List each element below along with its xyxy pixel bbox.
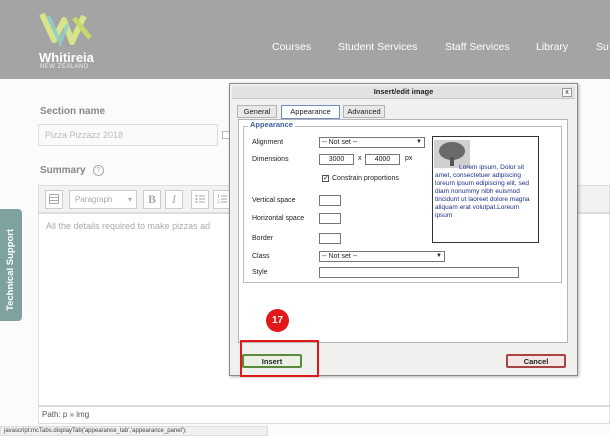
chevron-down-icon: ▾ xyxy=(127,195,132,204)
nav-student-services[interactable]: Student Services xyxy=(338,41,417,53)
chevron-down-icon: ▼ xyxy=(416,139,422,145)
technical-support-tab[interactable]: Technical Support xyxy=(0,209,22,321)
logo-subtitle: NEW ZEALAND xyxy=(40,64,89,70)
status-bar-url: javascript:mcTabs.displayTab('appearance… xyxy=(0,426,268,436)
style-label: Style xyxy=(252,269,268,276)
style-input[interactable] xyxy=(319,267,519,278)
table-icon[interactable] xyxy=(45,190,63,209)
technical-support-label: Technical Support xyxy=(5,228,16,311)
horizontal-space-input[interactable] xyxy=(319,213,341,224)
section-name-input[interactable]: Pizza Pizzazz 2018 xyxy=(38,124,218,146)
chevron-down-icon: ▼ xyxy=(436,253,442,259)
format-select[interactable]: Paragraph ▾ xyxy=(69,190,137,209)
height-input[interactable]: 4000 xyxy=(365,154,400,165)
times-symbol: x xyxy=(358,155,362,162)
summary-label: Summary xyxy=(40,165,86,176)
vertical-space-label: Vertical space xyxy=(252,197,296,204)
format-select-value: Paragraph xyxy=(75,195,113,204)
dialog-title: Insert/edit image xyxy=(373,87,434,96)
step-highlight xyxy=(240,340,319,377)
constrain-checkbox[interactable]: ✓ xyxy=(322,175,329,182)
bullet-list-icon[interactable] xyxy=(191,190,209,209)
class-value: -- Not set -- xyxy=(322,253,358,260)
tab-appearance[interactable]: Appearance xyxy=(281,105,340,119)
preview-text: Lorem ipsum, Dolor sit amet, consectetue… xyxy=(435,164,530,219)
constrain-label: Constrain proportions xyxy=(332,175,399,182)
section-name-label: Section name xyxy=(40,106,106,117)
alignment-select[interactable]: -- Not set -- ▼ xyxy=(319,137,425,148)
help-icon[interactable]: ? xyxy=(93,165,104,176)
italic-button[interactable]: I xyxy=(165,190,183,209)
nav-staff-services[interactable]: Staff Services xyxy=(445,41,510,53)
editor-path-bar: Path: p » img xyxy=(38,406,610,424)
step-badge: 17 xyxy=(266,309,289,332)
alignment-value: -- Not set -- xyxy=(322,139,358,146)
tab-general[interactable]: General xyxy=(237,105,277,118)
dimensions-label: Dimensions xyxy=(252,156,289,163)
width-input[interactable]: 3000 xyxy=(319,154,354,165)
insert-image-dialog: Insert/edit image x General Appearance A… xyxy=(229,83,578,376)
nav-courses[interactable]: Courses xyxy=(272,41,311,53)
horizontal-space-label: Horizontal space xyxy=(252,215,305,222)
vertical-space-input[interactable] xyxy=(319,195,341,206)
dialog-titlebar[interactable]: Insert/edit image x xyxy=(232,86,575,99)
border-label: Border xyxy=(252,235,274,242)
nav-library[interactable]: Library xyxy=(536,41,568,53)
editor-text: All the details required to make pizzas … xyxy=(46,221,211,231)
alignment-label: Alignment xyxy=(252,139,284,146)
logo-text: Whitireia xyxy=(39,50,94,65)
dimension-unit: px xyxy=(405,155,413,162)
border-input[interactable] xyxy=(319,233,341,244)
tab-advanced[interactable]: Advanced xyxy=(343,105,385,118)
cancel-button[interactable]: Cancel xyxy=(506,354,566,368)
class-select[interactable]: -- Not set -- ▼ xyxy=(319,251,445,262)
site-header: Whitireia NEW ZEALAND Courses Student Se… xyxy=(0,0,610,79)
close-icon[interactable]: x xyxy=(562,88,572,97)
bold-button[interactable]: B xyxy=(143,190,161,209)
class-label: Class xyxy=(252,253,270,260)
appearance-legend: Appearance xyxy=(248,120,295,129)
nav-more[interactable]: Su xyxy=(596,41,609,53)
